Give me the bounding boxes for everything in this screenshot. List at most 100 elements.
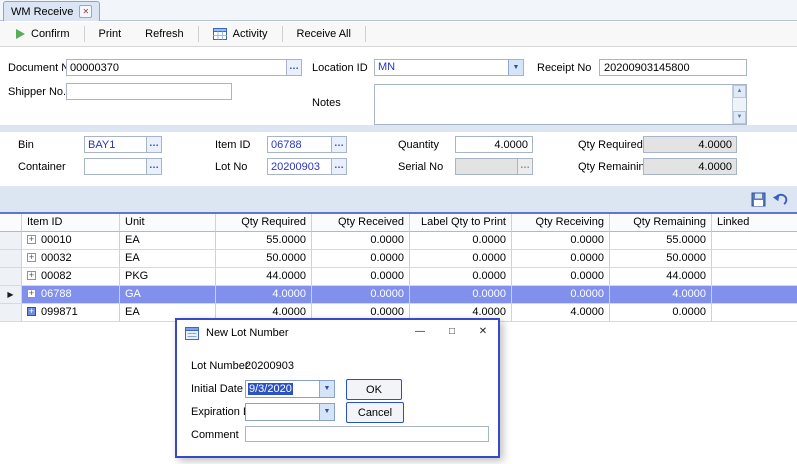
cell-linked <box>712 286 797 304</box>
cell-text: 06788 <box>41 288 72 300</box>
row-indicator <box>0 304 22 322</box>
location-id-label: Location ID <box>312 62 368 74</box>
bin-lookup-button[interactable]: … <box>146 137 161 152</box>
toolbar-separator <box>365 26 366 42</box>
location-dropdown-arrow-icon[interactable]: ▼ <box>508 60 523 75</box>
cell-qty-received: 0.0000 <box>312 232 410 250</box>
cell-label-qty: 0.0000 <box>410 268 512 286</box>
table-row[interactable]: +00082 PKG 44.0000 0.0000 0.0000 0.0000 … <box>0 268 797 286</box>
section-separator-band <box>0 125 797 132</box>
container-field: … <box>84 158 162 175</box>
save-icon[interactable] <box>749 190 767 208</box>
expand-icon[interactable]: + <box>27 271 36 280</box>
quantity-input[interactable] <box>455 136 533 153</box>
cell-qty-required: 44.0000 <box>216 268 312 286</box>
initial-date-value: 9/3/2020 <box>248 383 293 395</box>
row-indicator <box>0 268 22 286</box>
cell-qty-remaining: 55.0000 <box>610 232 712 250</box>
lot-no-lookup-button[interactable]: … <box>331 159 346 174</box>
toolbar-separator <box>282 26 283 42</box>
table-row[interactable]: +00032 EA 50.0000 0.0000 0.0000 0.0000 5… <box>0 250 797 268</box>
confirm-button[interactable]: Confirm <box>4 25 82 43</box>
refresh-button[interactable]: Refresh <box>133 25 196 43</box>
initial-date-label: Initial Date <box>191 383 243 395</box>
header-qty-receiving[interactable]: Qty Receiving <box>512 214 610 232</box>
cell-unit: EA <box>120 250 216 268</box>
receipt-no-input[interactable] <box>599 59 747 76</box>
cell-qty-remaining: 44.0000 <box>610 268 712 286</box>
qty-required-input <box>643 136 737 153</box>
grid-header-row: Item ID Unit Qty Required Qty Received L… <box>0 214 797 232</box>
print-button[interactable]: Print <box>87 25 134 43</box>
new-lot-number-dialog: New Lot Number — □ ✕ Lot Number 20200903… <box>175 318 500 458</box>
maximize-button[interactable]: □ <box>437 322 467 342</box>
receive-lines-grid: Item ID Unit Qty Required Qty Received L… <box>0 212 797 322</box>
cell-qty-received: 0.0000 <box>312 268 410 286</box>
cell-qty-remaining: 50.0000 <box>610 250 712 268</box>
bin-input[interactable] <box>85 137 146 152</box>
container-lookup-button[interactable]: … <box>146 159 161 174</box>
item-id-input[interactable] <box>268 137 331 152</box>
close-button[interactable]: ✕ <box>468 322 498 342</box>
serial-no-label: Serial No <box>398 161 443 173</box>
lot-no-input[interactable] <box>268 159 331 174</box>
initial-date-combo[interactable]: 9/3/2020 ▼ <box>245 380 335 398</box>
activity-button[interactable]: Activity <box>201 25 280 43</box>
header-qty-remaining[interactable]: Qty Remaining <box>610 214 712 232</box>
serial-no-field: … <box>455 158 533 175</box>
cell-qty-receiving: 4.0000 <box>512 304 610 322</box>
expand-icon[interactable]: + <box>27 235 36 244</box>
document-no-lookup-button[interactable]: … <box>286 60 301 75</box>
confirm-play-icon <box>16 29 25 39</box>
dialog-form-icon <box>185 327 199 340</box>
lot-no-field: … <box>267 158 347 175</box>
receive-all-button[interactable]: Receive All <box>285 25 363 43</box>
expand-icon[interactable]: + <box>27 253 36 262</box>
cell-qty-remaining: 0.0000 <box>610 304 712 322</box>
location-id-combo[interactable]: MN ▼ <box>374 59 524 76</box>
row-indicator <box>0 232 22 250</box>
initial-date-dropdown-arrow-icon[interactable]: ▼ <box>319 381 334 397</box>
shipper-no-label: Shipper No. <box>8 86 66 98</box>
undo-icon[interactable] <box>771 190 789 208</box>
container-label: Container <box>18 161 66 173</box>
scroll-up-icon[interactable]: ▲ <box>733 85 746 98</box>
shipper-no-input[interactable] <box>66 83 232 100</box>
cell-qty-required: 55.0000 <box>216 232 312 250</box>
tab-wm-receive[interactable]: WM Receive ✕ <box>3 1 100 21</box>
expand-icon[interactable]: + <box>27 289 36 298</box>
cell-unit: GA <box>120 286 216 304</box>
table-row-selected[interactable]: ▶ +06788 GA 4.0000 0.0000 0.0000 0.0000 … <box>0 286 797 304</box>
initial-date-value-wrap: 9/3/2020 <box>246 381 319 397</box>
comment-input[interactable] <box>245 426 489 442</box>
cell-qty-remaining: 4.0000 <box>610 286 712 304</box>
notes-field[interactable]: ▲ ▼ <box>374 84 747 125</box>
container-input[interactable] <box>85 159 146 174</box>
notes-scrollbar[interactable]: ▲ ▼ <box>732 85 746 124</box>
header-unit[interactable]: Unit <box>120 214 216 232</box>
table-row[interactable]: +00010 EA 55.0000 0.0000 0.0000 0.0000 5… <box>0 232 797 250</box>
ok-button[interactable]: OK <box>346 379 402 400</box>
header-label-qty-to-print[interactable]: Label Qty to Print <box>410 214 512 232</box>
toolbar: Confirm Print Refresh Activity Receive A… <box>0 22 797 47</box>
cancel-button[interactable]: Cancel <box>346 402 404 423</box>
document-no-input[interactable] <box>67 60 286 75</box>
item-id-lookup-button[interactable]: … <box>331 137 346 152</box>
header-linked[interactable]: Linked <box>712 214 797 232</box>
notes-label: Notes <box>312 97 341 109</box>
cell-qty-receiving: 0.0000 <box>512 286 610 304</box>
expiration-date-dropdown-arrow-icon[interactable]: ▼ <box>319 404 334 420</box>
receive-all-label: Receive All <box>297 28 351 40</box>
tab-close-icon[interactable]: ✕ <box>79 5 92 18</box>
scroll-down-icon[interactable]: ▼ <box>733 111 746 124</box>
minimize-button[interactable]: — <box>405 322 435 342</box>
expand-icon[interactable]: + <box>27 307 36 316</box>
expiration-date-combo[interactable]: ▼ <box>245 403 335 421</box>
cell-linked <box>712 268 797 286</box>
header-qty-required[interactable]: Qty Required <box>216 214 312 232</box>
grid-action-band <box>0 186 797 212</box>
header-qty-received[interactable]: Qty Received <box>312 214 410 232</box>
cell-unit: PKG <box>120 268 216 286</box>
lot-no-label: Lot No <box>215 161 247 173</box>
header-item-id[interactable]: Item ID <box>22 214 120 232</box>
